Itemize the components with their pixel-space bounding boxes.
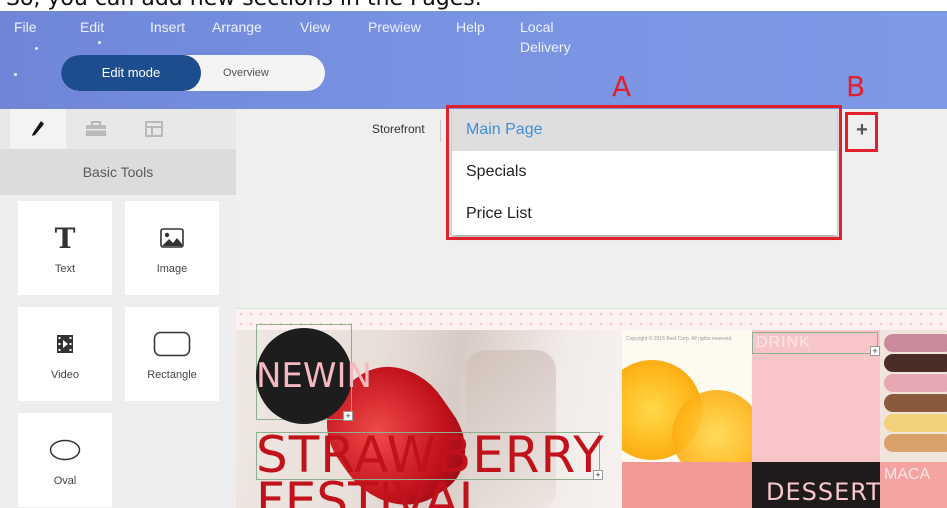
new-badge[interactable]: NEWIN <box>256 328 372 424</box>
storefront-preview: NEWIN + STRAWBERRY + FESTIVAL Copyright … <box>236 308 947 508</box>
tool-label: Text <box>54 263 76 275</box>
annotation-box-b <box>845 112 878 152</box>
layout-icon <box>145 121 163 137</box>
macaron-image <box>884 334 947 352</box>
subline-text[interactable]: FESTIVAL <box>256 476 486 508</box>
edit-mode-button[interactable]: Edit mode <box>61 55 201 91</box>
divider <box>440 120 441 142</box>
tool-label: Rectangle <box>147 369 197 381</box>
annotation-label-a: A <box>612 70 632 103</box>
tool-image[interactable]: Image <box>125 201 219 295</box>
rectangle-icon <box>125 327 219 361</box>
annotation-label-b: B <box>846 70 866 103</box>
sparkle-decoration <box>14 73 17 76</box>
sparkle-decoration <box>98 41 101 44</box>
sparkle-decoration <box>35 47 38 50</box>
menu-view[interactable]: View <box>300 17 330 37</box>
macaron-image <box>884 374 947 392</box>
text-icon: T <box>54 221 76 255</box>
drink-label[interactable]: DRINK <box>756 334 811 352</box>
menu-edit[interactable]: Edit <box>80 17 104 37</box>
tools-grid: T Text Image Video Rectangle Oval <box>0 195 236 508</box>
oval-icon <box>18 433 112 467</box>
maca-tile: MACA <box>880 462 947 508</box>
tool-label: Video <box>51 369 79 381</box>
add-section-handle[interactable]: + <box>343 411 353 421</box>
tab-layout[interactable] <box>126 109 182 149</box>
macaron-image <box>884 394 947 412</box>
toolbox-icon <box>86 121 106 136</box>
maca-label[interactable]: MACA <box>884 466 930 484</box>
pencil-icon <box>32 121 44 136</box>
tools-panel: Basic Tools T Text Image Video Rectangle… <box>0 109 236 508</box>
menu-help[interactable]: Help <box>456 17 485 37</box>
tool-label: Oval <box>53 475 77 487</box>
image-icon <box>125 221 219 255</box>
dessert-label[interactable]: DESSERT <box>766 478 880 506</box>
dessert-tile: DESSERT <box>752 462 880 508</box>
orange-photo: Copyright © 2015 Best Corp. All rights r… <box>622 330 752 462</box>
tab-toolbox[interactable] <box>68 109 124 149</box>
tab-edit-tools[interactable] <box>10 109 66 149</box>
tool-text[interactable]: T Text <box>18 201 112 295</box>
overview-mode-button[interactable]: Overview <box>201 55 325 91</box>
add-section-handle[interactable]: + <box>593 470 603 480</box>
app-header: File Edit Insert Arrange View Prewiew He… <box>0 11 947 109</box>
menu-preview[interactable]: Prewiew <box>368 17 421 37</box>
macaron-image <box>884 434 947 452</box>
add-section-handle[interactable]: + <box>870 346 880 356</box>
tool-oval[interactable]: Oval <box>18 413 112 507</box>
salmon-tile <box>622 462 752 508</box>
tools-title: Basic Tools <box>0 149 236 195</box>
menu-file[interactable]: File <box>14 17 37 37</box>
copyright-text: Copyright © 2015 Best Corp. All rights r… <box>626 336 733 342</box>
storefront-label[interactable]: Storefront <box>372 122 425 136</box>
tool-rectangle[interactable]: Rectangle <box>125 307 219 401</box>
macaron-image <box>884 354 947 372</box>
tool-label: Image <box>156 263 188 275</box>
menu-arrange[interactable]: Arrange <box>212 17 262 37</box>
macaron-image <box>884 414 947 432</box>
macaron-photo <box>880 330 947 462</box>
video-icon <box>18 327 112 361</box>
annotation-box-a <box>446 105 842 240</box>
mode-toggle: Edit mode Overview <box>61 55 325 91</box>
menu-local-delivery[interactable]: Local Delivery <box>520 17 571 55</box>
tool-video[interactable]: Video <box>18 307 112 401</box>
menu-insert[interactable]: Insert <box>150 17 185 37</box>
tools-tabs <box>0 109 236 149</box>
